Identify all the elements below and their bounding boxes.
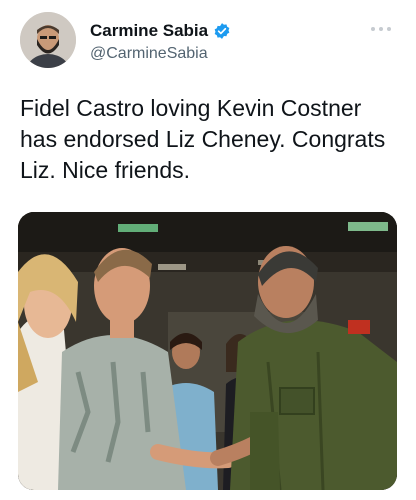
author-names: Carmine Sabia @CarmineSabia xyxy=(90,20,231,64)
more-options-icon[interactable] xyxy=(370,24,392,34)
avatar-photo-icon xyxy=(20,12,76,68)
author-handle[interactable]: @CarmineSabia xyxy=(90,44,231,64)
tweet-header: Carmine Sabia @CarmineSabia xyxy=(20,12,400,72)
author-display-name[interactable]: Carmine Sabia xyxy=(90,20,208,42)
author-avatar[interactable] xyxy=(20,12,76,68)
verified-badge-icon xyxy=(214,23,230,39)
tweet-card: Carmine Sabia @CarmineSabia Fidel Castro… xyxy=(0,0,416,500)
tweet-text: Fidel Castro loving Kevin Costner has en… xyxy=(20,95,386,183)
photo-handshake-image xyxy=(18,212,397,490)
tweet-photo[interactable] xyxy=(18,212,397,490)
display-name-row: Carmine Sabia xyxy=(90,20,231,42)
